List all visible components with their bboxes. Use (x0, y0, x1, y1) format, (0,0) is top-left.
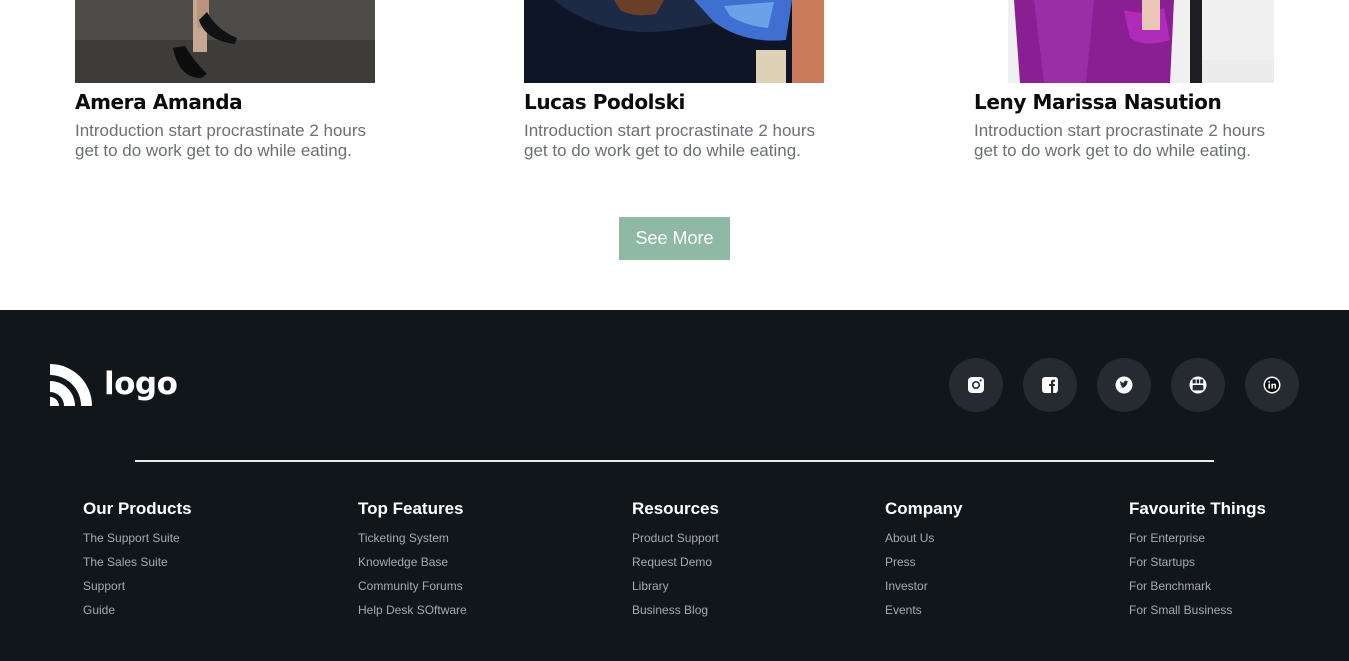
team-card: Amera Amanda Introduction start procrast… (75, 0, 375, 160)
member-name: Amera Amanda (75, 90, 243, 114)
footer-link[interactable]: Ticketing System (358, 531, 449, 545)
member-photo (974, 0, 1274, 83)
footer-link[interactable]: The Sales Suite (83, 555, 168, 569)
see-more-button[interactable]: See More (619, 217, 730, 260)
linkedin-icon (1263, 376, 1281, 394)
facebook-icon (1042, 377, 1058, 393)
member-description: Introduction start procrastinate 2 hours… (524, 121, 816, 160)
footer-link[interactable]: Request Demo (632, 555, 712, 569)
footer-divider (135, 460, 1214, 462)
footer-column-title: Company (885, 499, 963, 518)
logo-text: logo (104, 366, 178, 402)
footer-logo[interactable]: logo (50, 362, 178, 406)
twitter-icon (1115, 376, 1133, 394)
team-card: Leny Marissa Nasution Introduction start… (974, 0, 1274, 160)
footer-column-resources: Resources Product Support Request Demo L… (632, 499, 719, 625)
member-photo (75, 0, 375, 83)
member-photo (524, 0, 824, 83)
youtube-icon (1189, 376, 1207, 394)
footer-column-our-products: Our Products The Support Suite The Sales… (83, 499, 192, 625)
team-section: Amera Amanda Introduction start procrast… (0, 0, 1349, 310)
instagram-icon (968, 377, 984, 393)
footer-link[interactable]: The Support Suite (83, 531, 180, 545)
footer-column-title: Top Features (358, 499, 464, 518)
footer-link[interactable]: About Us (885, 531, 934, 545)
footer-link[interactable]: Library (632, 579, 669, 593)
footer-column-title: Our Products (83, 499, 192, 518)
linkedin-link[interactable] (1245, 358, 1299, 412)
instagram-link[interactable] (949, 358, 1003, 412)
footer-link[interactable]: Events (885, 603, 922, 617)
footer-link[interactable]: Support (83, 579, 125, 593)
footer-link[interactable]: For Small Business (1129, 603, 1232, 617)
member-description: Introduction start procrastinate 2 hours… (75, 121, 367, 160)
footer-column-favourite-things: Favourite Things For Enterprise For Star… (1129, 499, 1266, 625)
footer-link[interactable]: Investor (885, 579, 928, 593)
footer-column-company: Company About Us Press Investor Events (885, 499, 962, 625)
member-name: Leny Marissa Nasution (974, 90, 1222, 114)
footer-link[interactable]: For Startups (1129, 555, 1195, 569)
facebook-link[interactable] (1023, 358, 1077, 412)
footer-link[interactable]: Help Desk SOftware (358, 603, 467, 617)
logo-icon (50, 364, 92, 406)
footer-link[interactable]: Knowledge Base (358, 555, 448, 569)
team-card: Lucas Podolski Introduction start procra… (524, 0, 824, 160)
footer-link[interactable]: Guide (83, 603, 115, 617)
footer-link[interactable]: For Enterprise (1129, 531, 1205, 545)
site-footer: logo Our Products The Support Suite The … (0, 310, 1349, 661)
footer-link[interactable]: Community Forums (358, 579, 463, 593)
footer-column-top-features: Top Features Ticketing System Knowledge … (358, 499, 467, 625)
footer-column-title: Favourite Things (1129, 499, 1266, 518)
twitter-link[interactable] (1097, 358, 1151, 412)
member-name: Lucas Podolski (524, 90, 685, 114)
youtube-link[interactable] (1171, 358, 1225, 412)
footer-link[interactable]: Press (885, 555, 916, 569)
footer-link[interactable]: For Benchmark (1129, 579, 1211, 593)
member-description: Introduction start procrastinate 2 hours… (974, 121, 1266, 160)
footer-link[interactable]: Business Blog (632, 603, 708, 617)
footer-link[interactable]: Product Support (632, 531, 719, 545)
footer-column-title: Resources (632, 499, 719, 518)
